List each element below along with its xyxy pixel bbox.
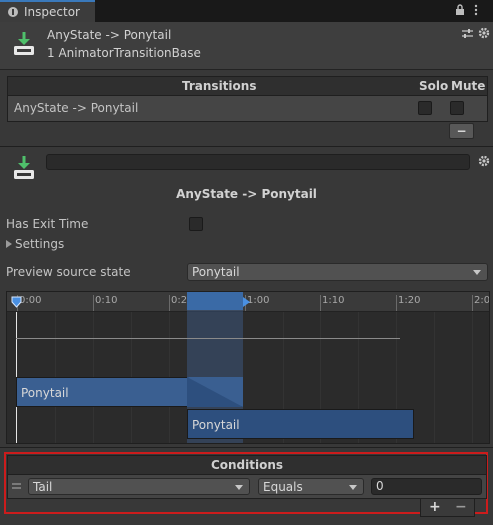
transition-end-marker-icon[interactable]: [243, 296, 251, 311]
playhead-marker-icon[interactable]: [11, 296, 22, 311]
blend-shape: [187, 377, 243, 410]
lock-icon[interactable]: [455, 4, 465, 19]
condition-operator-value: Equals: [263, 480, 303, 494]
chevron-down-icon: [473, 270, 481, 275]
inspector-header: AnyState -> Ponytail 1 AnimatorTransitio…: [0, 22, 493, 70]
header-subtitle: 1 AnimatorTransitionBase: [47, 46, 201, 60]
condition-parameter-dropdown[interactable]: Tail: [28, 478, 250, 495]
mute-header-label: Mute: [451, 79, 486, 93]
settings-label: Settings: [15, 237, 65, 251]
chevron-down-icon: [235, 485, 243, 490]
parameter-curve: [16, 338, 400, 339]
condition-row: Tail Equals 0: [7, 475, 487, 499]
drag-handle-icon[interactable]: [12, 483, 21, 489]
preset-icon[interactable]: [462, 28, 473, 42]
gear-icon[interactable]: [478, 27, 490, 42]
transition-name-field[interactable]: [46, 154, 470, 170]
tick-label: 0:00: [19, 295, 42, 306]
info-icon: [8, 7, 18, 17]
has-exit-time-checkbox[interactable]: [189, 217, 203, 231]
destination-clip-label: Ponytail: [192, 418, 240, 432]
menu-icon[interactable]: [474, 4, 478, 19]
tab-label: Inspector: [24, 5, 80, 19]
transitions-list-header: Transitions Solo Mute: [7, 76, 488, 96]
transition-list-row[interactable]: AnyState -> Ponytail: [7, 96, 488, 122]
condition-operator-dropdown[interactable]: Equals: [258, 478, 364, 495]
solo-header-label: Solo: [419, 79, 449, 93]
tick-label: 2:0: [474, 295, 490, 306]
tick-label: 1:10: [322, 295, 345, 306]
foldout-arrow-icon: [6, 240, 12, 248]
conditions-footer: + −: [420, 499, 475, 517]
preview-source-dropdown[interactable]: Ponytail: [187, 263, 488, 281]
tick-label: 0:10: [95, 295, 118, 306]
mute-checkbox[interactable]: [450, 101, 464, 115]
tick-label: 1:20: [398, 295, 421, 306]
add-condition-button[interactable]: +: [429, 499, 441, 515]
solo-checkbox[interactable]: [418, 101, 432, 115]
tab-inspector[interactable]: Inspector: [0, 0, 95, 22]
preview-source-label: Preview source state: [6, 265, 131, 279]
tab-bar: Inspector: [0, 0, 493, 22]
section-divider: [0, 447, 493, 448]
source-clip-label: Ponytail: [21, 386, 69, 400]
remove-condition-button[interactable]: −: [455, 499, 467, 515]
condition-value-field[interactable]: 0: [371, 478, 482, 495]
header-title: AnyState -> Ponytail: [47, 28, 172, 42]
transition-icon: [12, 31, 36, 60]
transitions-header-label: Transitions: [182, 79, 257, 93]
transition-row-name: AnyState -> Ponytail: [14, 101, 139, 115]
condition-parameter-value: Tail: [33, 480, 53, 494]
transition-detail-icon: [12, 155, 36, 184]
transition-range-handle[interactable]: [187, 292, 243, 310]
has-exit-time-label: Has Exit Time: [6, 217, 89, 231]
gear-icon[interactable]: [478, 155, 490, 170]
chevron-down-icon: [349, 485, 357, 490]
section-divider: [0, 146, 493, 147]
remove-transition-button[interactable]: −: [449, 123, 474, 139]
transition-title: AnyState -> Ponytail: [176, 187, 317, 201]
settings-foldout[interactable]: Settings: [6, 237, 64, 251]
preview-source-value: Ponytail: [192, 265, 240, 279]
destination-clip[interactable]: Ponytail: [187, 409, 414, 439]
conditions-header: Conditions: [7, 455, 487, 475]
transition-timeline[interactable]: 0:00 0:10 0:20 1:00 1:10 1:20 2:0 Ponyta…: [6, 291, 490, 444]
